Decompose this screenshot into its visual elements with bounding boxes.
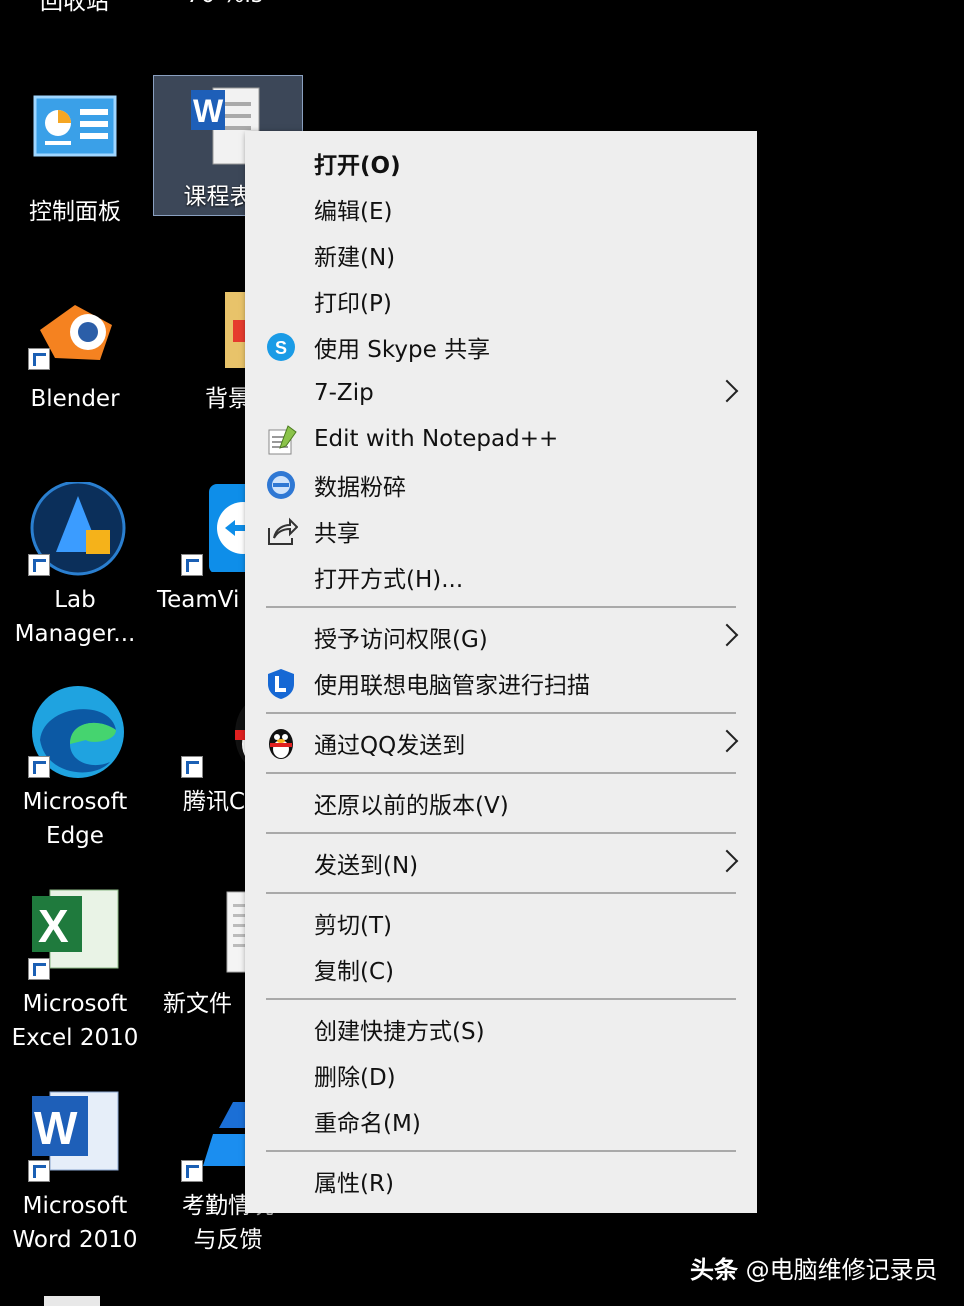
watermark-brand: 头条 xyxy=(690,1256,738,1284)
shortcut-arrow-icon xyxy=(28,1160,50,1182)
shortcut-arrow-icon xyxy=(28,756,50,778)
menu-separator xyxy=(266,772,736,774)
chevron-right-icon xyxy=(715,849,739,873)
menu-item-label: 打开方式(H)... xyxy=(314,567,464,593)
menu-item-print[interactable]: 打印(P) xyxy=(245,278,757,324)
menu-item-share[interactable]: 共享 xyxy=(245,508,757,554)
menu-item-restore-previous[interactable]: 还原以前的版本(V) xyxy=(245,780,757,826)
menu-item-grant-access[interactable]: 授予访问权限(G) xyxy=(245,614,757,660)
menu-item-label: 打开(O) xyxy=(314,153,401,179)
menu-item-label: 使用联想电脑管家进行扫描 xyxy=(314,673,590,699)
menu-item-7zip[interactable]: 7-Zip xyxy=(245,370,757,416)
menu-item-data-shred[interactable]: 数据粉碎 xyxy=(245,462,757,508)
recycle-bin-label[interactable]: 回收站 xyxy=(40,0,109,16)
menu-item-label: 剪切(T) xyxy=(314,913,392,939)
menu-separator xyxy=(266,1150,736,1152)
menu-item-label: 通过QQ发送到 xyxy=(314,733,466,759)
menu-item-create-shortcut[interactable]: 创建快捷方式(S) xyxy=(245,1006,757,1052)
menu-item-open-with[interactable]: 打开方式(H)... xyxy=(245,554,757,600)
menu-item-new[interactable]: 新建(N) xyxy=(245,232,757,278)
shortcut-arrow-icon xyxy=(28,348,50,370)
share-icon xyxy=(266,516,299,546)
desktop-icon-label: Microsoft Edge xyxy=(22,789,128,849)
svg-text:W: W xyxy=(193,93,224,129)
menu-item-lenovo-scan[interactable]: 使用联想电脑管家进行扫描 xyxy=(245,660,757,706)
menu-separator xyxy=(266,998,736,1000)
menu-item-label: 删除(D) xyxy=(314,1065,396,1091)
menu-item-label: 7-Zip xyxy=(314,380,374,406)
menu-item-send-to[interactable]: 发送到(N) xyxy=(245,840,757,886)
menu-item-label: 发送到(N) xyxy=(314,853,419,879)
menu-item-copy[interactable]: 复制(C) xyxy=(245,946,757,992)
menu-item-label: 打印(P) xyxy=(314,291,392,317)
menu-separator xyxy=(266,606,736,608)
context-menu: 打开(O) 编辑(E) 新建(N) 打印(P) S 使用 Skype 共享 7-… xyxy=(245,131,757,1213)
menu-item-open[interactable]: 打开(O) xyxy=(245,140,757,186)
menu-item-delete[interactable]: 删除(D) xyxy=(245,1052,757,1098)
desktop-icon-label: Lab Manager... xyxy=(14,587,136,647)
chevron-right-icon xyxy=(715,379,739,403)
top-file-label[interactable]: 70 %ls xyxy=(186,0,263,8)
menu-item-label: 编辑(E) xyxy=(314,199,393,225)
watermark: 头条 @电脑维修记录员 xyxy=(690,1250,938,1285)
menu-item-label: 创建快捷方式(S) xyxy=(314,1019,485,1045)
notepad-plus-plus-icon xyxy=(266,424,297,455)
partial-desktop-icon[interactable] xyxy=(44,1296,100,1306)
menu-separator xyxy=(266,892,736,894)
svg-text:X: X xyxy=(38,900,69,952)
menu-item-label: 复制(C) xyxy=(314,959,395,985)
menu-item-label: 重命名(M) xyxy=(314,1111,421,1137)
lenovo-shield-icon xyxy=(266,668,296,699)
menu-item-rename[interactable]: 重命名(M) xyxy=(245,1098,757,1144)
desktop-icon-label: Blender xyxy=(30,386,120,412)
shortcut-arrow-icon xyxy=(28,958,50,980)
menu-item-cut[interactable]: 剪切(T) xyxy=(245,900,757,946)
control-panel-icon xyxy=(30,95,120,185)
shortcut-arrow-icon xyxy=(181,554,203,576)
watermark-author: @电脑维修记录员 xyxy=(745,1256,938,1284)
desktop-icon-label: 控制面板 xyxy=(29,199,121,225)
menu-item-skype-share[interactable]: S 使用 Skype 共享 xyxy=(245,324,757,370)
menu-item-label: 属性(R) xyxy=(314,1171,394,1197)
desktop: 回收站 70 %ls 控制面板 W xyxy=(0,0,964,1306)
menu-item-label: 授予访问权限(G) xyxy=(314,627,488,653)
chevron-right-icon xyxy=(715,623,739,647)
qq-penguin-icon xyxy=(266,728,296,759)
shortcut-arrow-icon xyxy=(28,554,50,576)
shortcut-arrow-icon xyxy=(181,756,203,778)
menu-item-label: 使用 Skype 共享 xyxy=(314,337,491,363)
menu-item-label: 还原以前的版本(V) xyxy=(314,793,509,819)
desktop-icon-label: Microsoft Word 2010 xyxy=(12,1193,138,1253)
menu-separator xyxy=(266,832,736,834)
shredder-icon xyxy=(266,470,296,500)
menu-item-label: Edit with Notepad++ xyxy=(314,426,559,452)
menu-item-label: 新建(N) xyxy=(314,245,396,271)
menu-item-label: 数据粉碎 xyxy=(314,475,406,501)
shortcut-arrow-icon xyxy=(181,1160,203,1182)
svg-text:W: W xyxy=(34,1102,78,1154)
desktop-icon-label: Microsoft Excel 2010 xyxy=(11,991,139,1051)
chevron-right-icon xyxy=(715,729,739,753)
menu-item-label: 共享 xyxy=(314,521,360,547)
menu-item-edit[interactable]: 编辑(E) xyxy=(245,186,757,232)
skype-icon: S xyxy=(266,332,296,362)
menu-item-send-via-qq[interactable]: 通过QQ发送到 xyxy=(245,720,757,766)
menu-item-notepad-plus-plus[interactable]: Edit with Notepad++ xyxy=(245,416,757,462)
menu-separator xyxy=(266,712,736,714)
svg-text:S: S xyxy=(275,338,287,358)
menu-item-properties[interactable]: 属性(R) xyxy=(245,1158,757,1204)
